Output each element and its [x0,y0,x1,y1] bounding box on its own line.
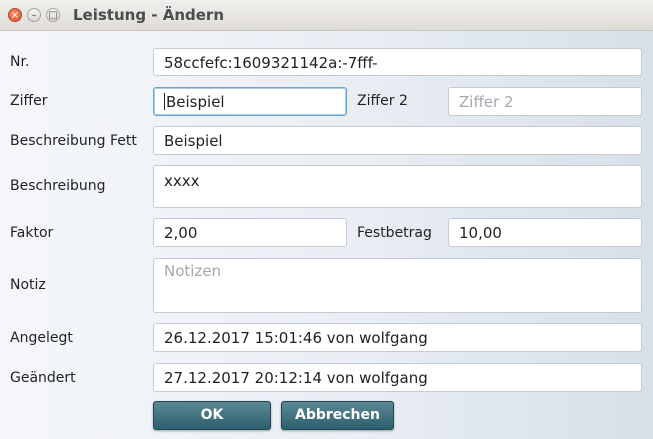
ziffer-value: Beispiel [166,93,225,111]
faktor-label: Faktor [10,225,54,241]
faktor-field[interactable]: 2,00 [153,218,347,247]
notiz-placeholder: Notizen [164,262,222,280]
ziffer2-label: Ziffer 2 [357,93,408,109]
beschreibung-fett-field[interactable]: Beispiel [153,126,642,155]
nr-label: Nr. [10,54,30,70]
ziffer-field[interactable]: Beispiel [153,87,347,116]
beschreibung-fett-value: Beispiel [164,132,223,150]
geaendert-field[interactable]: 27.12.2017 20:12:14 von wolfgang [153,363,642,392]
ziffer2-placeholder: Ziffer 2 [459,93,514,111]
beschreibung-value: xxxx [164,172,200,190]
ziffer2-field[interactable]: Ziffer 2 [448,87,642,116]
window-title: Leistung - Ändern [73,6,225,24]
nr-field[interactable]: 58ccfefc:1609321142a:-7fff- [153,48,642,76]
minimize-icon: – [31,10,37,21]
maximize-icon: □ [48,10,58,21]
text-caret [164,93,165,110]
ok-button[interactable]: OK [153,401,271,430]
faktor-value: 2,00 [164,224,198,242]
festbetrag-value: 10,00 [459,224,502,242]
cancel-button[interactable]: Abbrechen [281,401,394,430]
close-window-button[interactable]: × [8,8,22,22]
geaendert-value: 27.12.2017 20:12:14 von wolfgang [164,369,428,387]
angelegt-value: 26.12.2017 15:01:46 von wolfgang [164,329,428,347]
beschreibung-textarea[interactable]: xxxx [153,165,642,208]
title-bar: × – □ Leistung - Ändern [0,0,653,31]
nr-value: 58ccfefc:1609321142a:-7fff- [164,54,378,72]
angelegt-field[interactable]: 26.12.2017 15:01:46 von wolfgang [153,323,642,352]
close-icon: × [10,10,20,21]
notiz-textarea[interactable]: Notizen [153,258,642,313]
notiz-label: Notiz [10,277,46,293]
minimize-window-button[interactable]: – [27,8,41,22]
ziffer-label: Ziffer [10,93,48,109]
beschreibung-fett-label: Beschreibung Fett [10,133,137,149]
geaendert-label: Geändert [10,370,76,386]
dialog-window: × – □ Leistung - Ändern Nr. 58ccfefc:160… [0,0,653,439]
festbetrag-label: Festbetrag [357,225,432,241]
festbetrag-field[interactable]: 10,00 [448,218,642,247]
angelegt-label: Angelegt [10,330,73,346]
maximize-window-button[interactable]: □ [46,8,60,22]
beschreibung-label: Beschreibung [10,178,106,194]
